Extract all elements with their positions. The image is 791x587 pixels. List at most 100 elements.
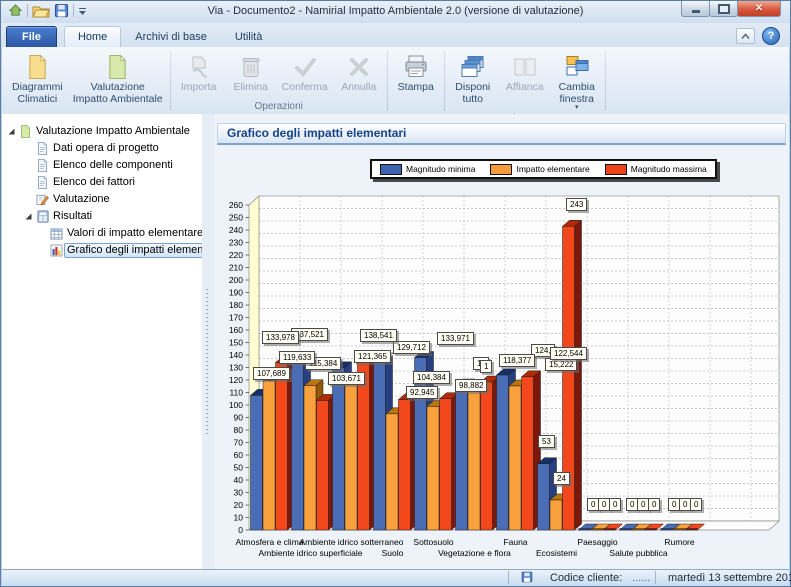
value-label: 24 [553,472,570,485]
legend-label: Magnitudo minima [406,164,475,174]
tab-archivi-di-base[interactable]: Archivi di base [121,26,221,48]
help-button[interactable]: ? [762,27,780,45]
x-category-label: Rumore [664,537,695,547]
tree-item-elenco-delle-componenti[interactable]: Elenco delle componenti [2,157,222,174]
y-tick-label: 140 [229,350,243,360]
ribbon-separator [387,51,388,111]
tree-item-valori-di-impatto-elementare[interactable]: Valori di impatto elementare [2,225,236,242]
button-label: Conferma [282,81,328,93]
chart-s-icon [49,244,64,257]
y-tick-label: 240 [229,225,243,235]
navigation-tree: Valutazione Impatto AmbientaleDati opera… [2,114,202,570]
save-status-icon [521,571,533,586]
open-document-icon[interactable] [32,4,50,18]
diagrammi-climatici-button[interactable]: DiagrammiClimatici [7,49,68,107]
ribbon-tabs: File HomeArchivi di baseUtilità [6,26,276,48]
qat-separator [73,4,74,17]
legend-swatch-icon [490,164,512,175]
value-label: 1 [480,360,492,373]
y-tick-label: 10 [234,513,244,523]
trash-icon [240,52,262,81]
cambia-finestra-button[interactable]: Cambiafinestra▾ [551,49,603,113]
stampa-button[interactable]: Stampa [390,49,442,95]
button-label: Diagrammi [12,81,63,93]
button-label: Importa [181,81,217,93]
value-label: 92,945 [406,386,438,399]
tab-home[interactable]: Home [64,26,121,48]
y-tick-label: 30 [234,488,244,498]
chart-legend: Magnitudo minimaImpatto elementareMagnit… [370,159,717,179]
content-panel: Grafico degli impatti elementari 0102030… [214,114,789,570]
status-date: martedì 13 settembre 2011 [668,572,791,584]
ribbon: DiagrammiClimaticiValutazioneImpatto Amb… [2,47,789,115]
ribbon-group-operazioni: ImportaEliminaConfermaAnnullaOperazioni [172,48,386,114]
ribbon-group-label [7,107,168,114]
maximize-button[interactable] [709,1,738,17]
x-category-label: Ambiente idrico sotterraneo [300,537,404,547]
y-tick-label: 70 [234,438,244,448]
app-home-icon[interactable] [8,3,23,18]
valutazione-impatto-ambientale-button[interactable]: ValutazioneImpatto Ambientale [68,49,168,107]
save-icon[interactable] [54,3,69,18]
ribbon-extra-buttons: ? [736,27,780,45]
button-label: tutto [463,93,483,105]
minimize-button[interactable] [681,1,710,17]
value-label: 107,689 [253,367,290,380]
tree-item-label: Valori di impatto elementare [64,227,206,240]
y-tick-label: 20 [234,500,244,510]
y-tick-label: 150 [229,338,243,348]
tree-expander-icon[interactable] [5,127,18,136]
affianca-button: Affianca [499,49,551,95]
tree-item-elenco-dei-fattori[interactable]: Elenco dei fattori [2,174,222,191]
minimize-icon [692,10,700,13]
tree-expander-icon[interactable] [22,212,35,221]
ribbon-group-0: DiagrammiClimaticiValutazioneImpatto Amb… [6,48,169,114]
x-category-label: Sottosuolo [413,537,453,547]
panel-splitter[interactable] [202,114,214,570]
close-button[interactable]: ✕ [737,1,781,17]
annulla-button: Annulla [333,49,385,95]
tree-item-grafico-degli-impatti-elementari[interactable]: Grafico degli impatti elementari [2,242,236,259]
y-tick-label: 130 [229,363,243,373]
y-tick-label: 80 [234,425,244,435]
y-tick-label: 160 [229,325,243,335]
button-label: Impatto Ambientale [73,93,163,105]
legend-label: Impatto elementare [516,164,589,174]
y-tick-label: 0 [238,525,243,535]
maximize-icon [718,4,730,14]
tab-file[interactable]: File [6,26,57,48]
value-label: 138,541 [360,329,397,342]
import-icon [187,52,211,81]
value-label: 133,978 [262,331,299,344]
switch-window-icon [564,52,590,81]
cascade-icon [460,52,486,81]
tree-item-label: Valutazione Impatto Ambientale [33,125,193,138]
value-label: 118,377 [499,354,535,367]
legend-swatch-icon [605,164,627,175]
ribbon-group-finestra: DisponituttoAffiancaCambiafinestra▾Fines… [446,48,604,114]
tree-item-dati-opera-di-progetto[interactable]: Dati opera di progetto [2,140,222,157]
conferma-button: Conferma [277,49,333,95]
tree-item-valutazione-impatto-ambientale[interactable]: Valutazione Impatto Ambientale [2,123,205,140]
doc-s-icon [35,176,50,189]
y-tick-label: 200 [229,275,243,285]
window-controls: ✕ [682,1,781,17]
disponi-tutto-button[interactable]: Disponitutto [447,49,499,107]
y-tick-label: 90 [234,413,244,423]
ribbon-separator [605,51,606,111]
y-tick-label: 170 [229,313,243,323]
value-label: 129,712 [393,341,430,354]
check-icon [293,52,317,81]
tree-item-valutazione[interactable]: Valutazione [2,191,222,208]
value-label: 122,544 [550,347,587,360]
x-category-label: Vegetazione e flora [438,548,511,558]
y-tick-label: 210 [229,263,243,273]
doc-s-icon [35,159,50,172]
window-title: Via - Documento2 - Namirial Impatto Ambi… [121,5,670,17]
tree-item-risultati[interactable]: Risultati [2,208,222,225]
application-window: Via - Documento2 - Namirial Impatto Ambi… [0,0,791,587]
doc-yellow-icon [27,52,48,81]
qat-menu-icon[interactable] [78,5,87,17]
collapse-ribbon-button[interactable] [736,28,755,44]
tab-utilit[interactable]: Utilità [221,26,277,48]
